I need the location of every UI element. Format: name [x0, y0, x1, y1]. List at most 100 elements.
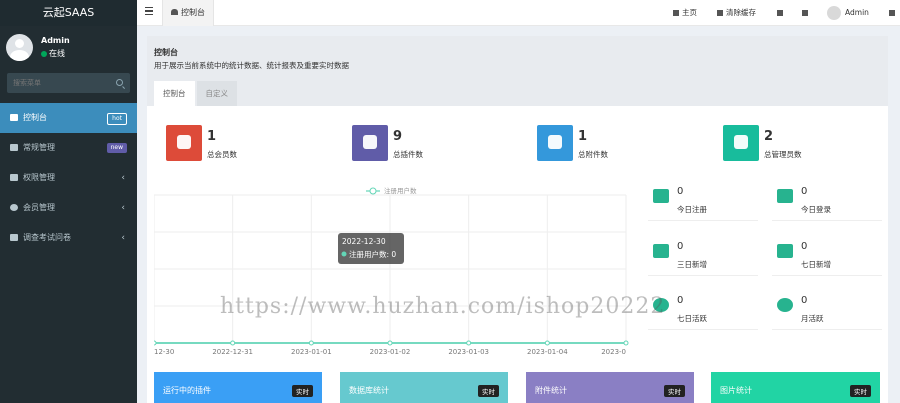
- side-stat-today-register: 0 今日注册: [648, 184, 758, 234]
- sidebar-item-dashboard[interactable]: 控制台 hot: [0, 103, 137, 133]
- card-title: 附件统计: [535, 386, 567, 395]
- trash-icon: [717, 10, 723, 16]
- tab-label: 控制台: [181, 8, 205, 17]
- data-point: [623, 340, 629, 346]
- data-point: [154, 340, 157, 346]
- side-stat-label: 月活跃: [801, 314, 824, 323]
- fullscreen-icon: [802, 10, 808, 16]
- search-icon[interactable]: [116, 79, 123, 86]
- divider: [772, 329, 882, 330]
- sidebar: 云起SAAS Admin 在线 控制台 hot 常规管理 new 权限管理 ‹ 会员管…: [0, 0, 137, 403]
- users-icon: [166, 125, 202, 161]
- x-tick-label: 2023-01-04: [527, 348, 568, 356]
- vcard-icon: [777, 189, 793, 203]
- language-icon: [777, 10, 783, 16]
- settings-button[interactable]: [889, 0, 898, 26]
- side-stat-value: 0: [677, 186, 684, 197]
- list-icon: [10, 234, 18, 241]
- top-navbar: 控制台 主页 清除缓存 Admin: [137, 0, 900, 26]
- page-title: 控制台: [154, 48, 178, 57]
- side-stat-label: 七日活跃: [677, 314, 707, 323]
- card-attachment-stats[interactable]: 附件统计 实时: [526, 372, 694, 403]
- leaf-icon: [537, 125, 573, 161]
- rocket-icon: [653, 189, 669, 203]
- card-running-plugins[interactable]: 运行中的插件 实时: [154, 372, 322, 403]
- user-circle-icon: [10, 204, 18, 211]
- side-stat-label: 三日新增: [677, 260, 707, 269]
- new-badge: new: [106, 143, 127, 153]
- page-header: 控制台 用于展示当前系统中的统计数据、统计报表及重要实时数据 控制台 自定义: [147, 36, 888, 106]
- legend-label: 注册用户数: [384, 186, 417, 195]
- data-point: [230, 340, 236, 346]
- translate-button[interactable]: [777, 0, 786, 26]
- tooltip-date: 2022-12-30: [342, 237, 386, 246]
- main-content: 控制台 用于展示当前系统中的统计数据、统计报表及重要实时数据 控制台 自定义 1…: [147, 36, 888, 403]
- calendar-icon: [653, 244, 669, 258]
- stat-label: 总管理员数: [764, 150, 802, 159]
- card-badge: 实时: [292, 385, 313, 397]
- side-stat-label: 今日注册: [677, 205, 707, 214]
- tab-custom[interactable]: 自定义: [196, 81, 237, 106]
- card-title: 图片统计: [720, 386, 752, 395]
- sidebar-search-input[interactable]: [7, 73, 107, 93]
- side-stat-value: 0: [677, 241, 684, 252]
- dashboard-icon: [10, 114, 18, 121]
- group-icon: [10, 174, 18, 181]
- tooltip-value: 注册用户数: 0: [349, 249, 396, 259]
- user-menu-name: Admin: [845, 8, 869, 17]
- tab-dashboard[interactable]: 控制台: [162, 0, 214, 26]
- clear-cache-label: 清除缓存: [726, 8, 756, 17]
- cogs-icon: [10, 144, 18, 151]
- legend-marker: [369, 187, 377, 195]
- online-dot-icon: [41, 50, 47, 57]
- sidebar-item-general[interactable]: 常规管理 new: [0, 133, 137, 163]
- clear-cache-button[interactable]: 清除缓存: [717, 0, 756, 26]
- card-image-stats[interactable]: 图片统计 实时: [711, 372, 880, 403]
- dashboard-icon: [171, 9, 178, 15]
- home-link[interactable]: 主页: [673, 0, 697, 26]
- tooltip-marker: [341, 251, 347, 257]
- side-stat-value: 0: [801, 241, 808, 252]
- x-tick-label: 2023-01-03: [448, 348, 489, 356]
- stat-label: 总插件数: [393, 150, 423, 159]
- fullscreen-button[interactable]: [802, 0, 811, 26]
- sidebar-item-label: 会员管理: [23, 203, 55, 212]
- side-stat-value: 0: [677, 295, 684, 306]
- side-stat-value: 0: [801, 295, 808, 306]
- x-tick-label: 2023-01-02: [370, 348, 411, 356]
- side-stat-month-active: 0 月活跃: [772, 293, 882, 343]
- sidebar-item-survey[interactable]: 调查考试问卷 ‹: [0, 223, 137, 253]
- stat-value: 2: [764, 129, 774, 144]
- chevron-left-icon: ‹: [121, 173, 125, 183]
- avatar: [6, 34, 33, 61]
- user-menu[interactable]: Admin: [827, 0, 869, 26]
- user-panel: Admin 在线: [0, 26, 137, 70]
- divider: [648, 220, 758, 221]
- sidebar-item-members[interactable]: 会员管理 ‹: [0, 193, 137, 223]
- card-title: 数据库统计: [349, 386, 389, 395]
- menu-toggle-icon[interactable]: [145, 7, 153, 15]
- sidebar-menu: 控制台 hot 常规管理 new 权限管理 ‹ 会员管理 ‹ 调查考试问卷 ‹: [0, 103, 137, 253]
- page-subtitle: 用于展示当前系统中的统计数据、统计报表及重要实时数据: [154, 61, 349, 70]
- user-status: 在线: [41, 48, 65, 59]
- x-tick-label: 12-30: [154, 348, 174, 356]
- app-logo[interactable]: 云起SAAS: [0, 0, 137, 26]
- chevron-left-icon: ‹: [121, 203, 125, 213]
- stat-label: 总附件数: [578, 150, 608, 159]
- tab-dashboard[interactable]: 控制台: [154, 81, 195, 106]
- data-point: [308, 340, 314, 346]
- sidebar-item-label: 常规管理: [23, 143, 55, 152]
- user-circle-icon: [653, 298, 669, 312]
- user-icon: [723, 125, 759, 161]
- side-stat-value: 0: [801, 186, 808, 197]
- x-tick-label: 2022-12-31: [212, 348, 253, 356]
- stat-value: 1: [578, 129, 588, 144]
- sidebar-item-label: 控制台: [23, 113, 47, 122]
- card-database-stats[interactable]: 数据库统计 实时: [340, 372, 508, 403]
- chevron-left-icon: ‹: [121, 233, 125, 243]
- side-stat-three-day: 0 三日新增: [648, 239, 758, 289]
- side-stat-label: 今日登录: [801, 205, 831, 214]
- hot-badge: hot: [107, 113, 127, 125]
- user-name: Admin: [41, 36, 70, 45]
- sidebar-item-permission[interactable]: 权限管理 ‹: [0, 163, 137, 193]
